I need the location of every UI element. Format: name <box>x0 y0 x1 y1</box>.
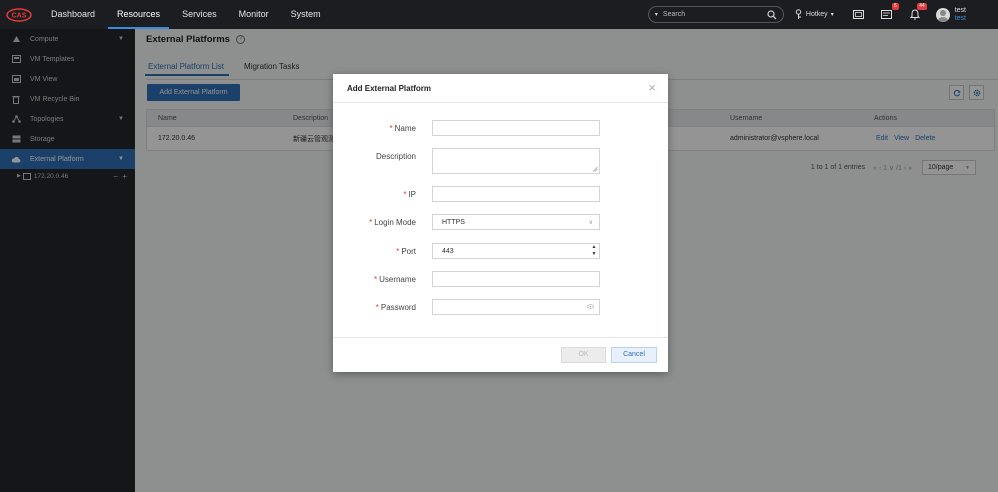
resize-grip-icon[interactable] <box>592 166 598 172</box>
port-stepper[interactable]: 443 ▲ ▼ <box>432 243 600 259</box>
form-row-port: * Port 443 ▲ ▼ <box>333 243 668 259</box>
port-spinner[interactable]: ▲ ▼ <box>591 245 597 257</box>
close-icon[interactable]: × <box>648 80 656 95</box>
tasks-button[interactable]: 5 <box>880 2 899 22</box>
chevron-down-icon: ∨ <box>588 220 593 226</box>
login-mode-select[interactable]: HTTPS ∨ <box>432 214 600 230</box>
top-bar: CAS Dashboard Resources Services Monitor… <box>0 0 998 29</box>
username-input[interactable] <box>432 271 600 287</box>
fullscreen-icon <box>853 10 865 19</box>
user-role: test <box>954 14 966 22</box>
nav-monitor[interactable]: Monitor <box>228 0 280 29</box>
search-placeholder: Search <box>662 11 686 18</box>
form-row-name: * Name <box>333 120 668 136</box>
cancel-button[interactable]: Cancel <box>611 347 657 363</box>
password-input[interactable] <box>432 299 600 315</box>
bell-icon <box>909 9 920 20</box>
ip-input[interactable] <box>432 186 600 202</box>
nav-services[interactable]: Services <box>171 0 228 29</box>
form-row-description: Description <box>333 148 668 174</box>
add-external-platform-dialog: Add External Platform × * Name Descriptio… <box>333 74 668 372</box>
login-mode-value: HTTPS <box>442 218 465 226</box>
nav-dashboard[interactable]: Dashboard <box>40 0 106 29</box>
port-label: * Port <box>396 246 416 256</box>
form-row-username: * Username <box>333 271 668 287</box>
form-row-ip: * IP <box>333 186 668 202</box>
nav-system[interactable]: System <box>280 0 332 29</box>
ip-label: * IP <box>403 189 416 199</box>
alarm-badge: 44 <box>917 2 927 10</box>
svg-text:CAS: CAS <box>12 12 27 19</box>
nav-resources[interactable]: Resources <box>106 0 171 29</box>
chevron-down-icon: ▾ <box>830 12 834 18</box>
eye-icon[interactable] <box>587 304 594 309</box>
dialog-footer: OK Cancel <box>333 337 668 372</box>
name-input[interactable] <box>432 120 600 136</box>
form-row-password: * Password <box>333 299 668 315</box>
hotkey-label: Hotkey <box>805 11 828 18</box>
avatar-icon <box>935 7 950 22</box>
login-mode-label: * Login Mode <box>369 217 416 227</box>
increment-icon[interactable]: ▲ <box>592 245 597 250</box>
user-name: test <box>954 6 966 14</box>
cas-logo[interactable]: CAS <box>0 0 38 29</box>
name-label: * Name <box>389 123 416 133</box>
description-textarea[interactable] <box>432 148 600 174</box>
description-label: Description <box>375 152 416 161</box>
password-label: * Password <box>375 302 416 312</box>
ok-button[interactable]: OK <box>561 347 606 363</box>
dialog-header: Add External Platform × <box>333 74 668 103</box>
form-row-login-mode: * Login Mode HTTPS ∨ <box>333 214 668 230</box>
decrement-icon[interactable]: ▼ <box>592 252 597 257</box>
search-scope-dropdown[interactable]: ▾ <box>655 11 658 18</box>
fullscreen-button[interactable] <box>852 8 866 22</box>
port-value: 443 <box>442 247 454 255</box>
hotkey-menu[interactable]: Hotkey ▾ <box>794 9 834 20</box>
main-nav: Dashboard Resources Services Monitor Sys… <box>40 0 332 29</box>
search-icon[interactable] <box>767 9 777 20</box>
user-menu[interactable]: test test <box>935 6 966 23</box>
username-label: * Username <box>373 274 416 284</box>
dialog-title: Add External Platform <box>347 83 432 93</box>
tasks-icon <box>881 10 893 19</box>
tasks-badge: 5 <box>891 2 899 10</box>
alarm-button[interactable]: 44 <box>908 2 927 22</box>
global-search-input[interactable]: ▾ Search <box>647 6 784 23</box>
hotkey-icon <box>795 9 802 19</box>
